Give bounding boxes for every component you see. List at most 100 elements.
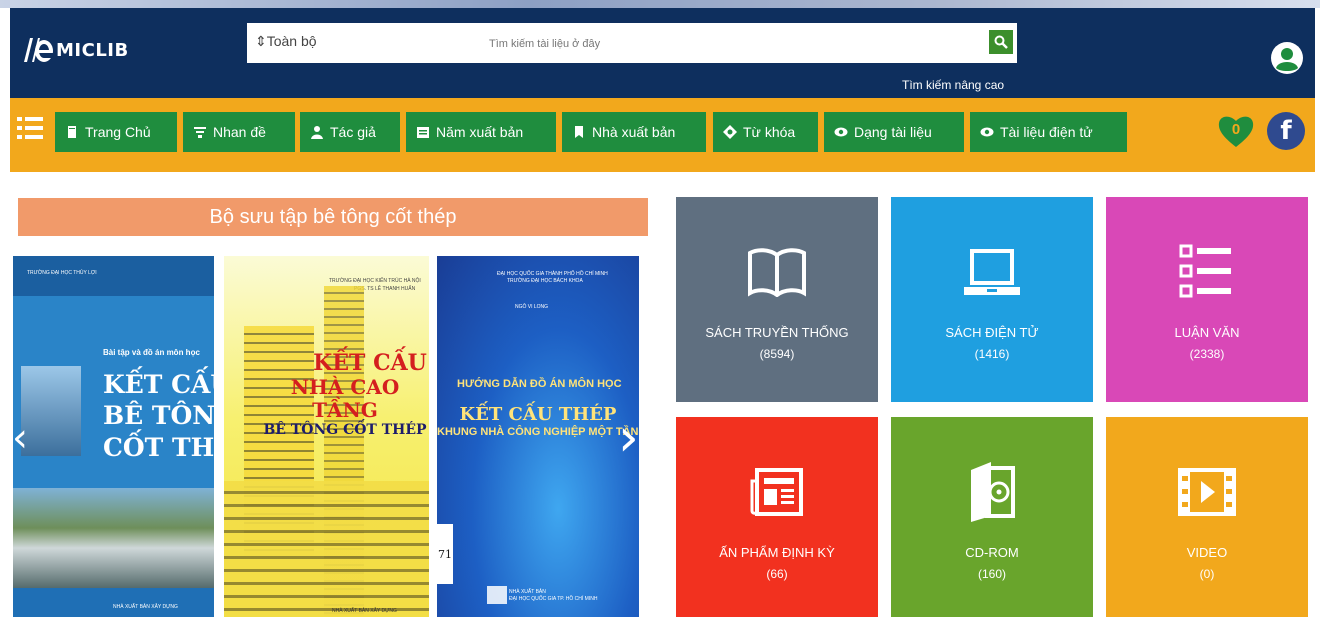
nav-e-documents[interactable]: Tài liệu điện tử	[970, 112, 1127, 152]
category-tile-ebooks[interactable]: SÁCH ĐIỆN TỬ (1416)	[891, 197, 1093, 402]
eye-icon	[834, 127, 848, 137]
collection-title: Bộ sưu tập bê tông cốt thép	[18, 198, 648, 236]
collection-title-text: Bộ sưu tập bê tông cốt thép	[209, 205, 457, 228]
cover-publisher-line: ĐẠI HỌC QUỐC GIA TP. HỒ CHÍ MINH	[509, 596, 598, 602]
cover-title-line: BÊ TÔNG	[103, 401, 214, 431]
nav-e-documents-label: Tài liệu điện tử	[1000, 124, 1093, 140]
cover-title-line: KẾT CẤU THÉP	[459, 404, 617, 425]
cover-publisher: NHÀ XUẤT BẢN XÂY DỰNG	[332, 608, 397, 614]
main-navbar: Trang Chủ Nhan đề Tác giả Năm xuất bản N…	[10, 98, 1315, 172]
nav-title[interactable]: Nhan đề	[183, 112, 295, 152]
category-count: (66)	[766, 567, 788, 581]
laptop-icon	[891, 242, 1093, 302]
cover-podium-image	[224, 481, 429, 617]
category-tile-video[interactable]: VIDEO (0)	[1106, 417, 1308, 617]
calendar-icon	[417, 127, 429, 138]
category-tile-theses[interactable]: LUẬN VĂN (2338)	[1106, 197, 1308, 402]
facebook-letter: f	[1280, 116, 1292, 146]
nav-document-type-label: Dạng tài liệu	[854, 124, 932, 140]
nav-keyword-label: Từ khóa	[743, 124, 796, 140]
category-count: (2338)	[1189, 347, 1225, 361]
top-banner-strip	[0, 0, 1320, 8]
category-label: LUẬN VĂN	[1174, 325, 1240, 340]
cover-publisher-line: NHÀ XUẤT BẢN	[509, 589, 546, 595]
newspaper-icon	[676, 462, 878, 522]
nav-publish-year-label: Năm xuất bản	[436, 124, 524, 140]
title-icon	[194, 127, 206, 138]
logo-text: MICLIB	[56, 39, 129, 61]
category-count: (0)	[1199, 567, 1215, 581]
nav-author-label: Tác giả	[330, 124, 376, 140]
nav-document-type[interactable]: Dạng tài liệu	[824, 112, 964, 152]
search-scope-select[interactable]: ⇕Toàn bộ	[255, 33, 317, 50]
facebook-icon[interactable]: f	[1267, 112, 1305, 150]
nav-title-label: Nhan đề	[213, 124, 266, 140]
cover-dam-image	[13, 488, 214, 588]
cover-title-line: NHÀ CAO TẦNG	[290, 375, 400, 423]
logo-e-icon	[24, 38, 54, 62]
category-tile-cdrom[interactable]: CD-ROM (160)	[891, 417, 1093, 617]
search-button[interactable]	[989, 30, 1013, 54]
favorites-button[interactable]: 0	[1217, 112, 1255, 150]
category-label: CD-ROM	[965, 545, 1019, 560]
cd-icon	[891, 462, 1093, 522]
cover-header: ĐẠI HỌC QUỐC GIA THÀNH PHỐ HỒ CHÍ MINH	[497, 271, 608, 277]
bookmark-icon	[575, 126, 583, 138]
favorites-count: 0	[1231, 121, 1241, 138]
category-count: (160)	[977, 567, 1006, 581]
cover-title: KẾT CẤU THÉP KHUNG NHÀ CÔNG NGHIỆP MỘT T…	[437, 404, 639, 439]
cover-subtitle: Bài tập và đồ án môn học	[103, 348, 200, 357]
nav-publisher[interactable]: Nhà xuất bản	[562, 112, 706, 152]
cover-bottom-band	[13, 588, 214, 617]
search-bar: ⇕Toàn bộ	[247, 23, 1017, 63]
nav-publish-year[interactable]: Năm xuất bản	[406, 112, 556, 152]
cover-top-band	[13, 256, 214, 296]
book-cover[interactable]: TRƯỜNG ĐẠI HỌC THỦY LỢI Bài tập và đồ án…	[13, 256, 214, 617]
nav-keyword[interactable]: Từ khóa	[713, 112, 818, 152]
category-count: (1416)	[974, 347, 1010, 361]
category-tile-periodicals[interactable]: ẤN PHẨM ĐỊNH KỲ (66)	[676, 417, 878, 617]
user-account-icon[interactable]	[1270, 41, 1304, 75]
book-icon	[676, 242, 878, 302]
cover-header2: TRƯỜNG ĐẠI HỌC BÁCH KHOA	[507, 278, 583, 284]
advanced-search-link[interactable]: Tìm kiếm nâng cao	[902, 78, 1004, 92]
category-label: VIDEO	[1186, 545, 1228, 560]
list-icon	[1106, 242, 1308, 302]
publisher-logo-icon	[487, 586, 507, 604]
category-label: SÁCH ĐIỆN TỬ	[945, 325, 1039, 340]
cover-subtitle: HƯỚNG DẪN ĐỒ ÁN MÔN HỌC	[457, 378, 622, 390]
home-icon	[68, 126, 76, 138]
site-logo[interactable]: MICLIB	[20, 34, 129, 66]
search-input[interactable]	[487, 32, 971, 56]
carousel-next-arrow-icon[interactable]: ›	[618, 408, 639, 468]
category-count: (8594)	[759, 347, 795, 361]
cover-title: KẾT CẤU BÊ TÔNG CỐT THÉP	[103, 369, 214, 463]
nav-author[interactable]: Tác giả	[300, 112, 400, 152]
author-icon	[311, 126, 323, 139]
video-icon	[1106, 462, 1308, 522]
cover-building-image	[21, 366, 81, 456]
library-stamp: 71	[437, 524, 453, 584]
cover-title: KẾT CẤU NHÀ CAO TẦNG BÊ TÔNG CỐT THÉP	[260, 350, 429, 438]
carousel-prev-arrow-icon[interactable]: ‹	[12, 415, 28, 461]
menu-list-icon[interactable]	[16, 115, 44, 141]
cover-publisher: NHÀ XUẤT BẢN ĐẠI HỌC QUỐC GIA TP. HỒ CHÍ…	[509, 589, 597, 603]
category-label: ẤN PHẨM ĐỊNH KỲ	[719, 545, 835, 560]
site-header: MICLIB ⇕Toàn bộ Tìm kiếm nâng cao	[10, 8, 1315, 98]
eye-icon	[980, 127, 994, 137]
cover-header: TRƯỜNG ĐẠI HỌC KIẾN TRÚC HÀ NỘI	[329, 278, 421, 284]
cover-title-line: KẾT CẤU	[313, 350, 427, 376]
book-cover[interactable]: ĐẠI HỌC QUỐC GIA THÀNH PHỐ HỒ CHÍ MINH T…	[437, 256, 639, 617]
cover-publisher: NHÀ XUẤT BẢN XÂY DỰNG	[113, 604, 178, 610]
cover-author: NGÔ VI LONG	[515, 304, 549, 310]
search-icon	[994, 35, 1008, 49]
category-label: SÁCH TRUYỀN THỐNG	[705, 325, 849, 340]
book-cover[interactable]: TRƯỜNG ĐẠI HỌC KIẾN TRÚC HÀ NỘI PGS. TS …	[224, 256, 429, 617]
stamp-number: 71	[438, 548, 452, 561]
keyword-icon	[723, 125, 737, 139]
cover-header: TRƯỜNG ĐẠI HỌC THỦY LỢI	[27, 270, 97, 276]
nav-home[interactable]: Trang Chủ	[55, 112, 177, 152]
cover-title-line: CỐT THÉP	[103, 432, 214, 462]
category-tile-traditional-books[interactable]: SÁCH TRUYỀN THỐNG (8594)	[676, 197, 878, 402]
cover-title-line: KHUNG NHÀ CÔNG NGHIỆP MỘT TẦNG	[437, 425, 639, 438]
